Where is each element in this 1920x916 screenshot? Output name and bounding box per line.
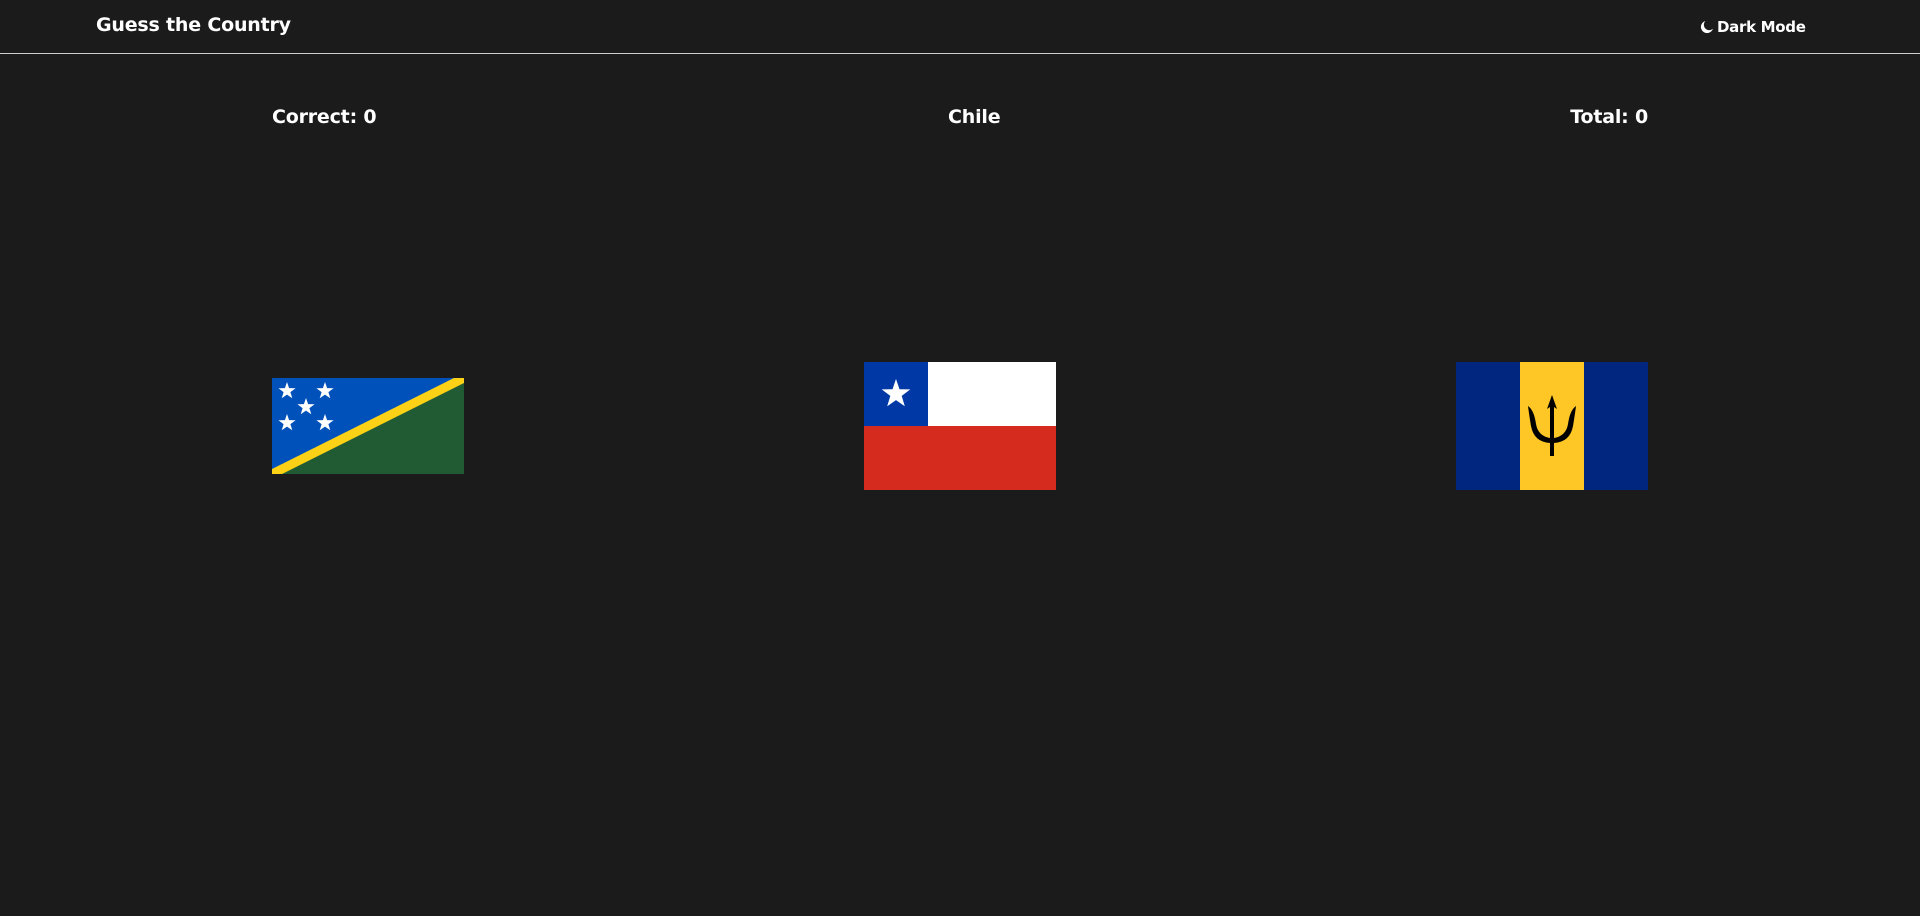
solomon-islands-flag-icon (272, 378, 464, 474)
correct-count: Correct: 0 (272, 106, 377, 128)
total-count: Total: 0 (1570, 106, 1648, 128)
navbar: Guess the Country Dark Mode (0, 0, 1920, 54)
moon-icon (1700, 21, 1713, 34)
dark-mode-toggle[interactable]: Dark Mode (1700, 16, 1806, 38)
chile-flag-icon (864, 362, 1056, 490)
dark-mode-label: Dark Mode (1717, 18, 1806, 36)
flag-option-barbados[interactable] (1456, 362, 1648, 490)
target-country-name: Chile (948, 106, 1001, 128)
flag-option-chile[interactable] (864, 362, 1056, 490)
flag-option-solomon-islands[interactable] (272, 378, 464, 474)
barbados-flag-icon (1456, 362, 1648, 490)
app-title: Guess the Country (96, 14, 291, 36)
